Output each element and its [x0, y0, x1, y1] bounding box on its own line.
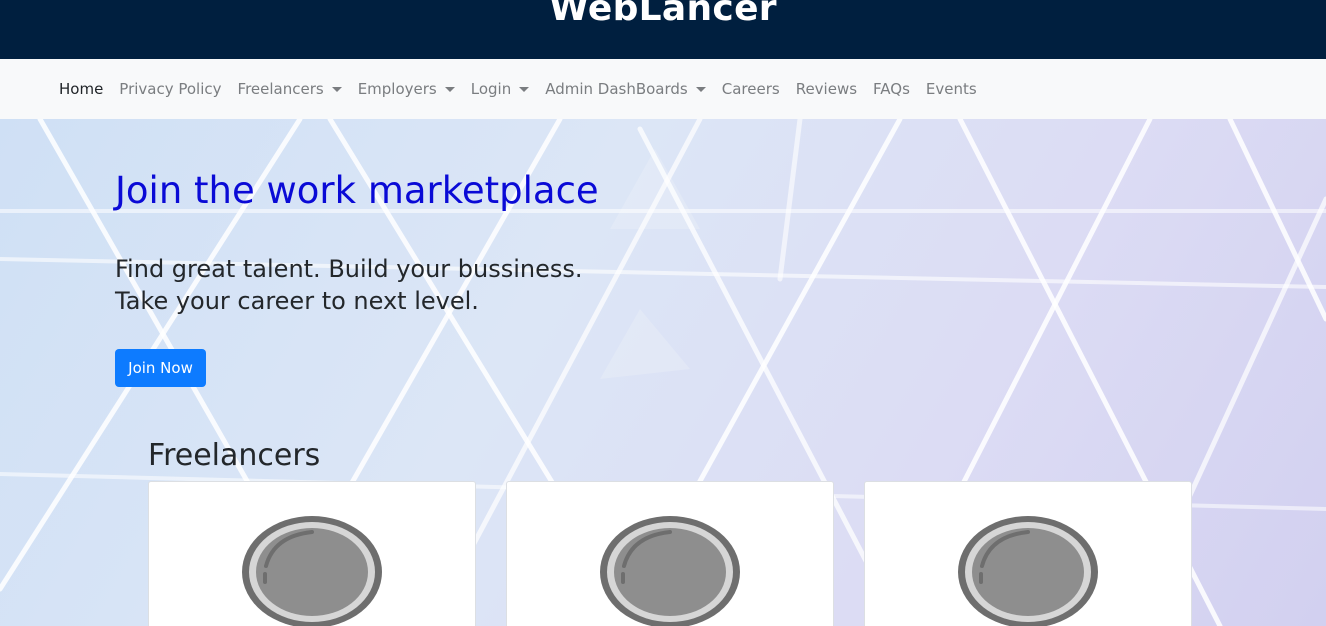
nav-item-privacy-policy[interactable]: Privacy Policy [111, 80, 229, 98]
nav-item-faqs[interactable]: FAQs [865, 80, 918, 98]
nav-item-label: Privacy Policy [119, 80, 222, 98]
site-header: WebLancer [0, 0, 1326, 59]
freelancer-card[interactable] [864, 481, 1192, 626]
site-title: WebLancer [549, 0, 777, 29]
avatar-placeholder-icon [600, 516, 740, 626]
nav-item-label: Login [470, 80, 512, 98]
nav-item-label: Events [925, 80, 977, 98]
nav-item-label: Admin DashBoards [545, 80, 688, 98]
freelancer-card[interactable] [148, 481, 476, 626]
caret-down-icon [331, 86, 342, 92]
freelancers-section-title: Freelancers [148, 438, 321, 473]
hero-heading: Join the work marketplace [115, 169, 599, 212]
nav-item-reviews[interactable]: Reviews [788, 80, 865, 98]
nav-item-employers[interactable]: Employers [350, 80, 463, 98]
nav-item-home[interactable]: Home [51, 80, 111, 98]
nav-item-label: Freelancers [237, 80, 324, 98]
join-now-button[interactable]: Join Now [115, 349, 206, 387]
nav-item-freelancers[interactable]: Freelancers [230, 80, 350, 98]
nav-item-label: Reviews [795, 80, 858, 98]
caret-down-icon [444, 86, 455, 92]
nav-item-admin-dashboards[interactable]: Admin DashBoards [537, 80, 714, 98]
nav-item-events[interactable]: Events [918, 80, 985, 98]
nav-item-label: Employers [357, 80, 437, 98]
avatar-placeholder-icon [242, 516, 382, 626]
caret-down-icon [519, 86, 530, 92]
nav-item-label: Home [59, 80, 104, 98]
nav-item-login[interactable]: Login [463, 80, 537, 98]
nav-item-label: FAQs [873, 80, 910, 98]
freelancer-card[interactable] [506, 481, 834, 626]
hero-subtitle-line-2: Take your career to next level. [115, 287, 479, 315]
nav-item-careers[interactable]: Careers [714, 80, 788, 98]
nav-item-label: Careers [721, 80, 780, 98]
hero-subtitle: Find great talent. Build your bussiness.… [115, 253, 583, 317]
avatar-placeholder-icon [958, 516, 1098, 626]
caret-down-icon [695, 86, 706, 92]
hero-subtitle-line-1: Find great talent. Build your bussiness. [115, 255, 583, 283]
hero-section: Join the work marketplace Find great tal… [0, 119, 1326, 626]
main-navbar: Home Privacy Policy Freelancers Employer… [0, 59, 1326, 119]
